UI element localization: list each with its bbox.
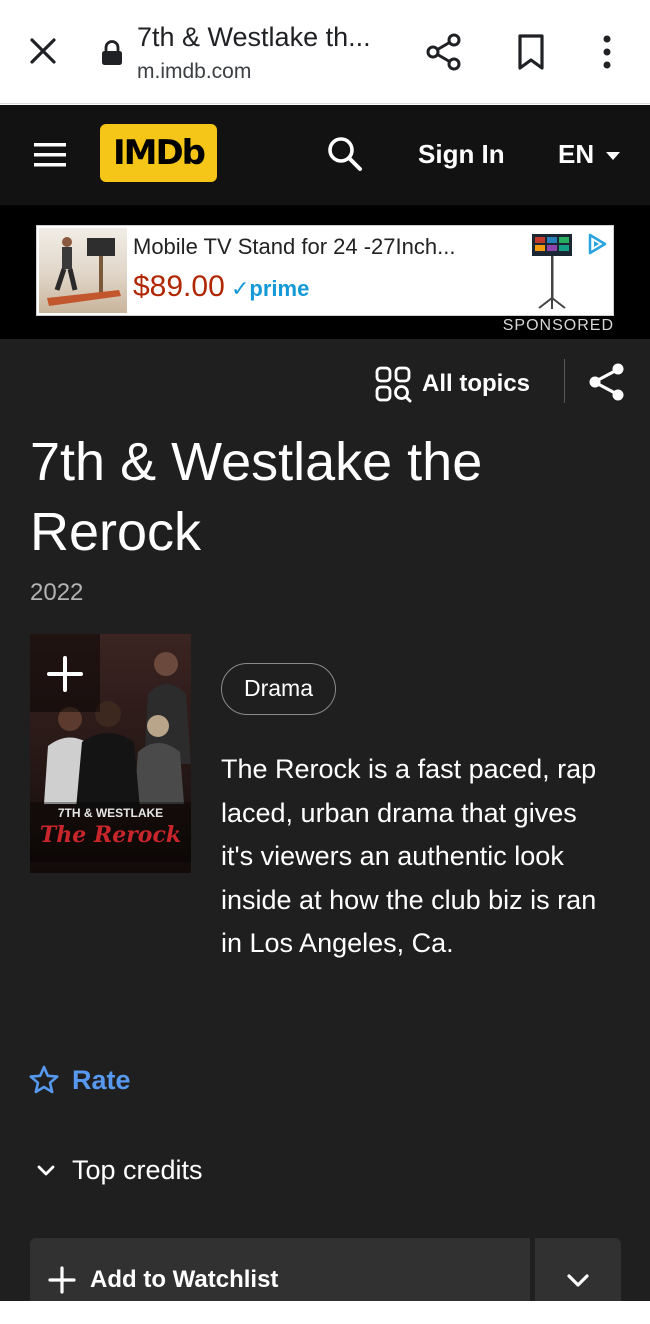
topics-grid-icon	[375, 366, 412, 403]
bookmark-icon[interactable]	[513, 32, 549, 72]
language-selector[interactable]: EN	[558, 139, 594, 170]
add-to-watchlist-button[interactable]: Add to Watchlist	[30, 1238, 530, 1308]
tv-stand-product-image	[532, 234, 572, 309]
plus-icon	[48, 1266, 76, 1294]
genre-chip-drama[interactable]: Drama	[221, 663, 337, 715]
sponsored-label: SPONSORED	[502, 317, 614, 334]
rate-label: Rate	[72, 1064, 131, 1095]
close-icon[interactable]	[26, 34, 60, 68]
page-title: 7th & Westlake the Rerock	[30, 432, 483, 562]
imdb-navbar: IMDb Sign In EN	[0, 105, 650, 205]
browser-page-title[interactable]: 7th & Westlake th...	[137, 22, 407, 53]
ad-prime-badge: ✓prime	[231, 276, 310, 301]
caret-down-icon	[606, 152, 620, 160]
poster-image[interactable]: 7TH & WESTLAKE The Rerock	[30, 634, 191, 873]
top-credits-label: Top credits	[72, 1154, 203, 1185]
star-outline-icon	[29, 1065, 59, 1094]
rate-button[interactable]: Rate	[28, 1063, 131, 1097]
ad-thumbnail-image	[39, 228, 127, 313]
title-main-section: All topics 7th & Westlake the Rerock 202…	[0, 339, 650, 1308]
lock-icon	[102, 40, 122, 65]
ad-banner: Mobile TV Stand for 24 -27Inch... $89.00…	[0, 205, 650, 339]
plus-icon	[47, 656, 83, 692]
divider	[564, 359, 565, 403]
poster-caption: 7TH & WESTLAKE	[57, 806, 164, 820]
browser-url[interactable]: m.imdb.com	[137, 60, 251, 84]
top-credits-toggle[interactable]: Top credits	[36, 1153, 203, 1187]
share-icon[interactable]	[586, 361, 628, 403]
browser-address-bar: 7th & Westlake th... m.imdb.com	[0, 0, 650, 104]
release-year[interactable]: 2022	[30, 579, 83, 607]
sign-in-link[interactable]: Sign In	[418, 139, 505, 170]
add-to-watchlist-ribbon[interactable]	[30, 634, 100, 712]
all-topics-button[interactable]: All topics	[374, 363, 530, 405]
plot-summary: The Rerock is a fast paced, rap laced, u…	[221, 754, 597, 958]
chevron-down-icon	[37, 1165, 55, 1176]
browser-bottom-area	[0, 1301, 650, 1324]
ad-card[interactable]: Mobile TV Stand for 24 -27Inch... $89.00…	[36, 225, 614, 316]
chevron-down-icon	[567, 1274, 589, 1287]
ad-price: $89.00	[133, 270, 225, 303]
search-icon[interactable]	[326, 135, 364, 173]
add-to-watchlist-label: Add to Watchlist	[90, 1266, 279, 1293]
ad-title: Mobile TV Stand for 24 -27Inch...	[133, 234, 456, 259]
adchoices-icon[interactable]	[585, 232, 609, 256]
all-topics-label: All topics	[422, 370, 531, 397]
watchlist-options-button[interactable]	[535, 1238, 621, 1308]
treadmill-image	[47, 237, 121, 306]
more-vertical-icon[interactable]	[592, 32, 622, 72]
imdb-logo[interactable]: IMDb	[100, 124, 217, 182]
share-icon[interactable]	[424, 32, 464, 72]
poster-title-script: The Rerock	[39, 822, 182, 848]
hamburger-menu-icon[interactable]	[32, 139, 70, 171]
